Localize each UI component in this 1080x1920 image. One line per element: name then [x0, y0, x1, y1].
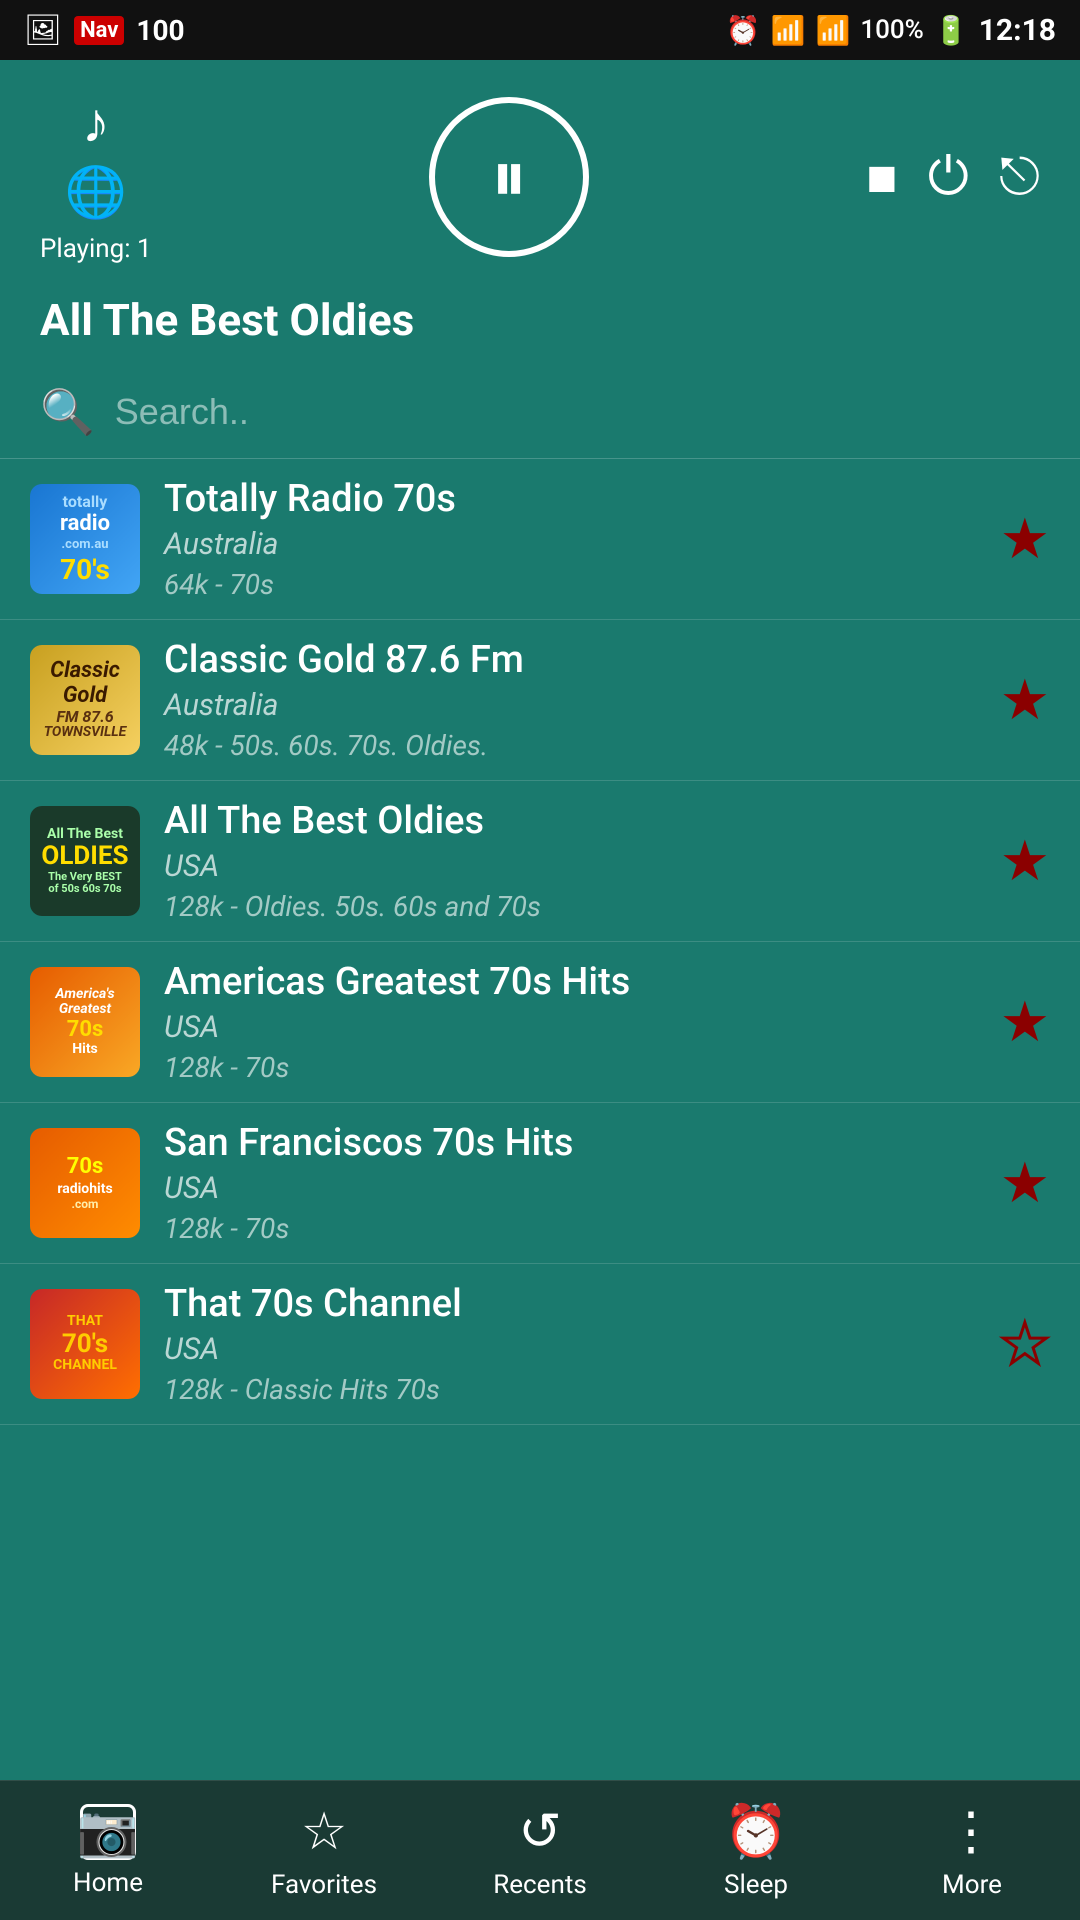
station-country: Australia: [164, 527, 976, 562]
more-icon: ⋮: [945, 1801, 999, 1862]
station-logo: totally radio .com.au 70's: [30, 484, 140, 594]
station-info: All The Best Oldies USA 128k - Oldies. 5…: [164, 799, 976, 923]
nav-item-sleep[interactable]: ⏰ Sleep: [648, 1801, 864, 1900]
station-name: That 70s Channel: [164, 1282, 976, 1326]
station-item[interactable]: All The Best OLDIES The Very BEST of 50s…: [0, 781, 1080, 942]
search-icon: 🔍: [40, 386, 95, 438]
station-info: That 70s Channel USA 128k - Classic Hits…: [164, 1282, 976, 1406]
station-name: Classic Gold 87.6 Fm: [164, 638, 976, 682]
station-country: USA: [164, 1171, 976, 1206]
home-icon: 📷: [80, 1804, 136, 1860]
nav-item-home[interactable]: 📷 Home: [0, 1804, 216, 1898]
station-name: San Franciscos 70s Hits: [164, 1121, 976, 1165]
favorite-star[interactable]: ★: [1000, 828, 1050, 894]
sleep-label: Sleep: [724, 1870, 788, 1900]
recents-icon: ↺: [518, 1801, 562, 1862]
station-item[interactable]: THAT 70's CHANNEL That 70s Channel USA 1…: [0, 1264, 1080, 1425]
more-label: More: [942, 1870, 1002, 1900]
sleep-icon: ⏰: [724, 1801, 789, 1862]
station-bitrate: 128k - Oldies. 50s. 60s and 70s: [164, 890, 976, 923]
station-country: Australia: [164, 688, 976, 723]
music-note-icon[interactable]: ♪: [82, 90, 110, 156]
status-bar-left: 🖼 Nav 100: [24, 13, 185, 48]
favorite-star[interactable]: ★: [1000, 989, 1050, 1055]
alarm-icon: ⏰: [726, 14, 761, 47]
status-bar-right: ⏰ 📶 📶 100% 🔋 12:18: [726, 13, 1056, 48]
station-logo: America's Greatest 70s Hits: [30, 967, 140, 1077]
station-bitrate: 48k - 50s. 60s. 70s. Oldies.: [164, 729, 976, 762]
favorite-star[interactable]: ★: [1000, 1311, 1050, 1377]
current-station-title: All The Best Oldies: [40, 294, 1040, 346]
station-item[interactable]: Classic Gold FM 87.6 TOWNSVILLE Classic …: [0, 620, 1080, 781]
nav-item-recents[interactable]: ↺ Recents: [432, 1801, 648, 1900]
station-info: Americas Greatest 70s Hits USA 128k - 70…: [164, 960, 976, 1084]
station-bitrate: 64k - 70s: [164, 568, 976, 601]
globe-icon[interactable]: 🌐: [65, 164, 127, 222]
status-bar: 🖼 Nav 100 ⏰ 📶 📶 100% 🔋 12:18: [0, 0, 1080, 60]
player-controls-row: ♪ 🌐 Playing: 1 ⏸ ■ ⏻ ⎋: [40, 90, 1040, 264]
pause-button[interactable]: ⏸: [429, 97, 589, 257]
station-item[interactable]: America's Greatest 70s Hits Americas Gre…: [0, 942, 1080, 1103]
recents-label: Recents: [493, 1870, 587, 1900]
favorite-star[interactable]: ★: [1000, 667, 1050, 733]
nav-item-favorites[interactable]: ☆ Favorites: [216, 1801, 432, 1900]
station-bitrate: 128k - Classic Hits 70s: [164, 1373, 976, 1406]
station-info: Totally Radio 70s Australia 64k - 70s: [164, 477, 976, 601]
home-label: Home: [73, 1868, 143, 1898]
bottom-nav: 📷 Home ☆ Favorites ↺ Recents ⏰ Sleep ⋮ M…: [0, 1780, 1080, 1920]
power-icon[interactable]: ⏻: [928, 146, 969, 208]
search-bar: 🔍: [0, 366, 1080, 459]
nav-item-more[interactable]: ⋮ More: [864, 1801, 1080, 1900]
playing-label: Playing: 1: [40, 234, 152, 264]
signal-number: 100: [136, 14, 184, 47]
station-name: Americas Greatest 70s Hits: [164, 960, 976, 1004]
pause-icon: ⏸: [491, 141, 527, 213]
favorite-star[interactable]: ★: [1000, 1150, 1050, 1216]
battery-icon: 🔋: [934, 14, 969, 47]
station-country: USA: [164, 849, 976, 884]
station-country: USA: [164, 1332, 976, 1367]
station-bitrate: 128k - 70s: [164, 1051, 976, 1084]
player-header: ♪ 🌐 Playing: 1 ⏸ ■ ⏻ ⎋ All The Best Oldi…: [0, 60, 1080, 366]
favorites-icon: ☆: [301, 1801, 348, 1862]
signal-icon: 📶: [815, 14, 850, 47]
stop-icon[interactable]: ■: [866, 147, 897, 208]
station-info: Classic Gold 87.6 Fm Australia 48k - 50s…: [164, 638, 976, 762]
station-name: Totally Radio 70s: [164, 477, 976, 521]
battery-level: 100%: [860, 15, 923, 45]
player-right-section: ■ ⏻ ⎋: [866, 146, 1040, 208]
station-item[interactable]: totally radio .com.au 70's Totally Radio…: [0, 459, 1080, 620]
nav-icon: Nav: [74, 16, 124, 45]
station-item[interactable]: 70s radiohits .com San Franciscos 70s Hi…: [0, 1103, 1080, 1264]
station-bitrate: 128k - 70s: [164, 1212, 976, 1245]
player-left-section: ♪ 🌐 Playing: 1: [40, 90, 152, 264]
favorites-label: Favorites: [271, 1870, 377, 1900]
search-input[interactable]: [115, 391, 1040, 433]
station-info: San Franciscos 70s Hits USA 128k - 70s: [164, 1121, 976, 1245]
photo-icon: 🖼: [24, 13, 62, 48]
station-name: All The Best Oldies: [164, 799, 976, 843]
station-list: totally radio .com.au 70's Totally Radio…: [0, 459, 1080, 1859]
station-logo: 70s radiohits .com: [30, 1128, 140, 1238]
wifi-icon: 📶: [771, 14, 806, 47]
favorite-star[interactable]: ★: [1000, 506, 1050, 572]
share-icon[interactable]: ⎋: [999, 146, 1040, 208]
status-time: 12:18: [979, 13, 1056, 48]
station-logo: THAT 70's CHANNEL: [30, 1289, 140, 1399]
station-logo: Classic Gold FM 87.6 TOWNSVILLE: [30, 645, 140, 755]
station-country: USA: [164, 1010, 976, 1045]
station-logo: All The Best OLDIES The Very BEST of 50s…: [30, 806, 140, 916]
